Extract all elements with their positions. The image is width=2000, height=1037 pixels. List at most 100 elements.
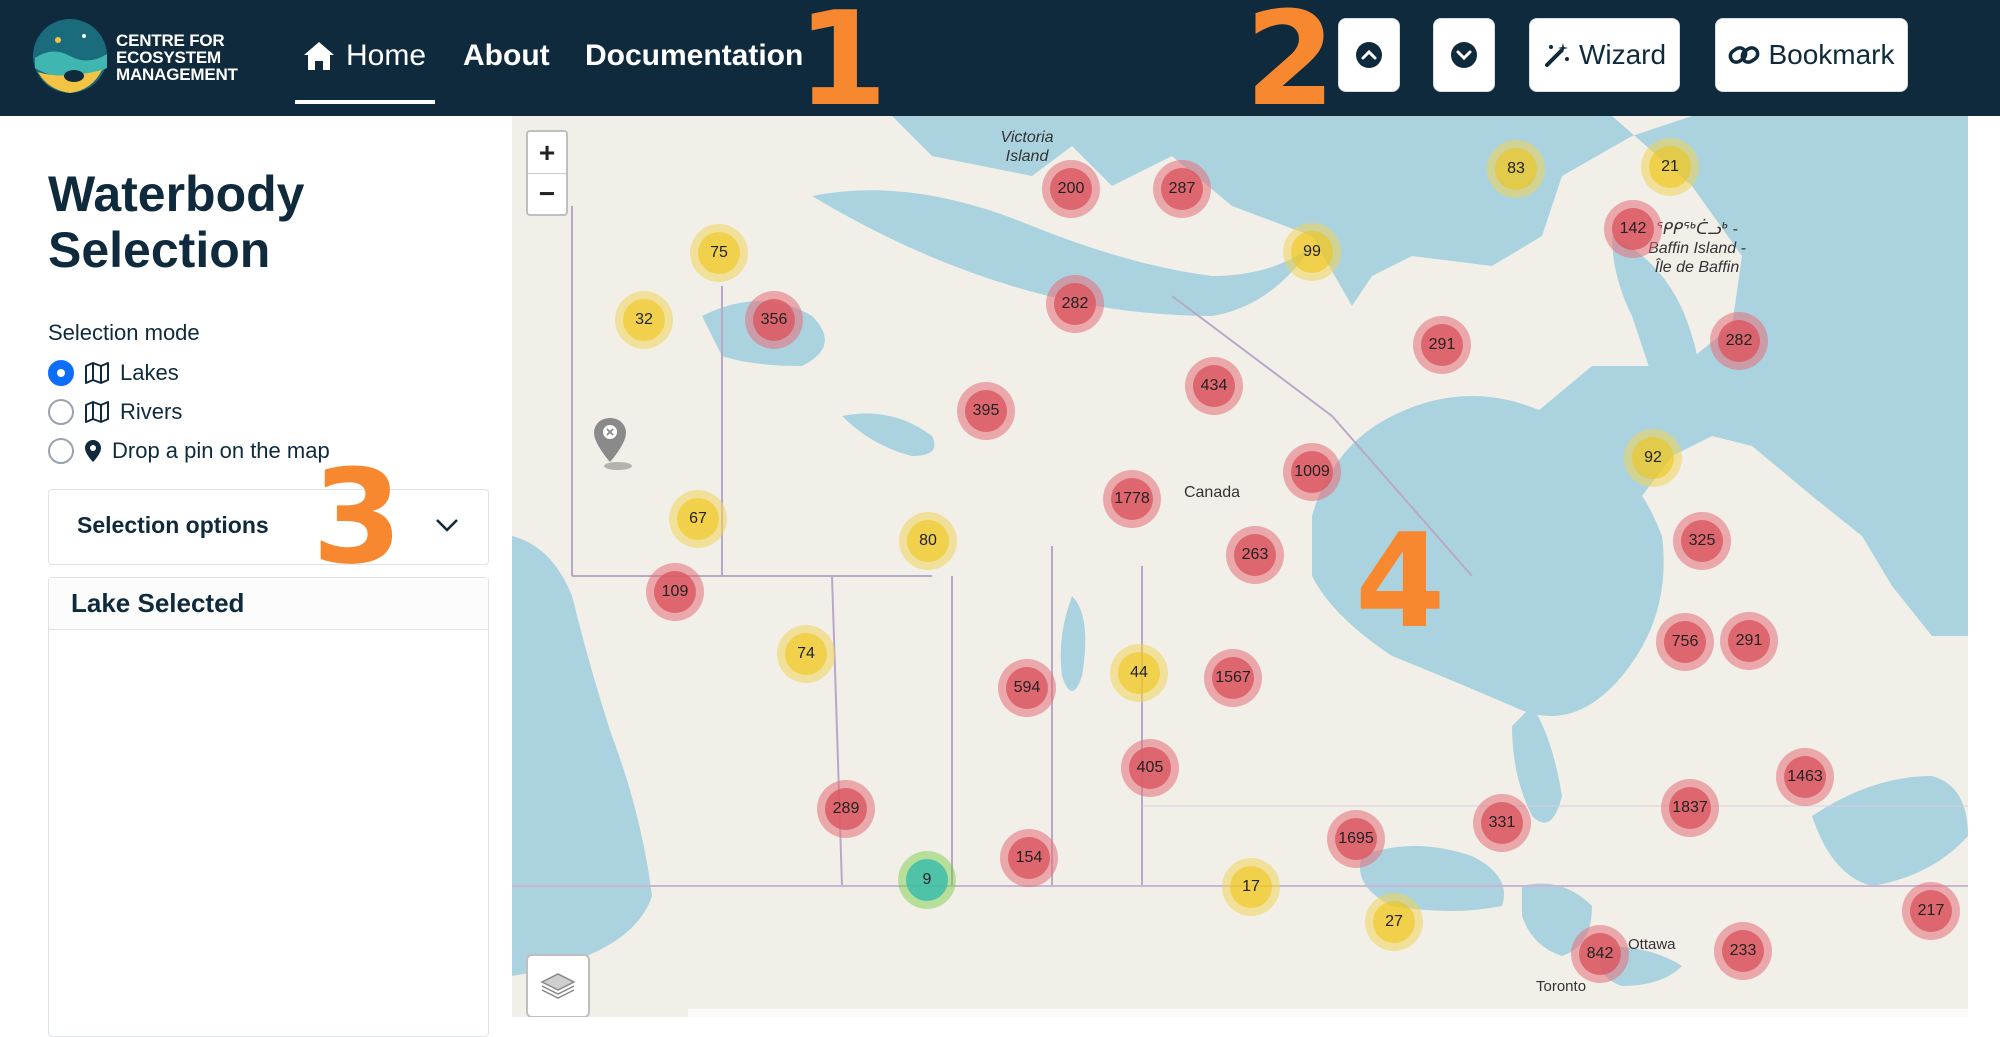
cluster-marker[interactable]: 291 — [1413, 316, 1471, 374]
cluster-marker[interactable]: 217 — [1902, 882, 1960, 940]
cluster-count: 1837 — [1669, 787, 1711, 829]
cluster-marker[interactable]: 1009 — [1283, 443, 1341, 501]
selection-mode-label: Selection mode — [48, 320, 200, 345]
cluster-count: 1567 — [1212, 657, 1254, 699]
cluster-marker[interactable]: 395 — [957, 382, 1015, 440]
mode-option-lakes[interactable]: Lakes — [48, 358, 179, 388]
link-icon — [1729, 46, 1760, 64]
layers-control-button[interactable] — [526, 954, 590, 1017]
mode-option-drop-pin[interactable]: Drop a pin on the map — [48, 436, 330, 466]
cluster-marker[interactable]: 80 — [899, 512, 957, 570]
cluster-marker[interactable]: 142 — [1604, 200, 1662, 258]
chevron-down-icon — [436, 519, 458, 532]
cluster-marker[interactable]: 32 — [615, 291, 673, 349]
cluster-marker[interactable]: 92 — [1624, 429, 1682, 487]
cluster-count: 289 — [825, 788, 867, 830]
cluster-marker[interactable]: 44 — [1110, 644, 1168, 702]
expand-down-button[interactable] — [1433, 18, 1495, 92]
nav-about[interactable]: About — [463, 36, 550, 76]
cluster-count: 263 — [1234, 534, 1276, 576]
cluster-marker[interactable]: 282 — [1710, 312, 1768, 370]
cluster-marker[interactable]: 200 — [1042, 160, 1100, 218]
cluster-count: 109 — [654, 571, 696, 613]
cluster-marker[interactable]: 1463 — [1776, 748, 1834, 806]
cluster-count: 21 — [1649, 146, 1691, 188]
map-icon — [85, 362, 109, 384]
map-view[interactable]: + − Victoria Island ᕿᑭᖅᑖᓗᒃ - Baffin Isla… — [512, 116, 1968, 1017]
nav-home[interactable]: Home — [302, 36, 426, 76]
radio-lakes[interactable] — [48, 360, 74, 386]
dropped-pin-marker[interactable] — [592, 416, 636, 477]
cluster-marker[interactable]: 74 — [777, 625, 835, 683]
radio-drop-pin[interactable] — [48, 438, 74, 464]
cluster-marker[interactable]: 109 — [646, 563, 704, 621]
selection-options-accordion[interactable]: Selection options — [48, 489, 489, 565]
cluster-count: 200 — [1050, 168, 1092, 210]
cluster-marker[interactable]: 1695 — [1327, 810, 1385, 868]
cluster-marker[interactable]: 291 — [1720, 612, 1778, 670]
cluster-count: 356 — [753, 299, 795, 341]
cluster-count: 291 — [1421, 324, 1463, 366]
lake-selected-card: Lake Selected — [48, 577, 489, 1037]
cluster-count: 154 — [1008, 837, 1050, 879]
brand-name: CENTRE FOR ECOSYSTEM MANAGEMENT — [116, 31, 238, 84]
nav-documentation[interactable]: Documentation — [585, 36, 803, 76]
cluster-marker[interactable]: 1837 — [1661, 779, 1719, 837]
cluster-marker[interactable]: 405 — [1121, 739, 1179, 797]
cluster-count: 434 — [1193, 365, 1235, 407]
cluster-marker[interactable]: 83 — [1487, 140, 1545, 198]
wizard-button[interactable]: Wizard — [1529, 18, 1680, 92]
cluster-marker[interactable]: 325 — [1673, 512, 1731, 570]
cluster-marker[interactable]: 233 — [1714, 922, 1772, 980]
cluster-marker[interactable]: 9 — [898, 851, 956, 909]
zoom-control: + − — [526, 130, 568, 216]
cluster-marker[interactable]: 67 — [669, 490, 727, 548]
cluster-marker[interactable]: 594 — [998, 659, 1056, 717]
cluster-marker[interactable]: 842 — [1571, 925, 1629, 983]
cluster-marker[interactable]: 434 — [1185, 357, 1243, 415]
map-pin-icon — [85, 440, 101, 462]
map-attribution-bar — [688, 1009, 1968, 1017]
collapse-up-button[interactable] — [1338, 18, 1400, 92]
map-label-canada: Canada — [1183, 484, 1241, 501]
cluster-marker[interactable]: 1567 — [1204, 649, 1262, 707]
cluster-marker[interactable]: 289 — [817, 780, 875, 838]
cluster-marker[interactable]: 27 — [1365, 893, 1423, 951]
cluster-marker[interactable]: 282 — [1046, 275, 1104, 333]
cluster-marker[interactable]: 756 — [1656, 613, 1714, 671]
cluster-count: 756 — [1664, 621, 1706, 663]
cluster-marker[interactable]: 331 — [1473, 794, 1531, 852]
cluster-marker[interactable]: 21 — [1641, 138, 1699, 196]
annotation-1: 1 — [797, 0, 888, 135]
cluster-marker[interactable]: 154 — [1000, 829, 1058, 887]
brand-logo[interactable]: CENTRE FOR ECOSYSTEM MANAGEMENT — [32, 18, 262, 96]
cluster-count: 282 — [1718, 320, 1760, 362]
cluster-marker[interactable]: 1778 — [1103, 470, 1161, 528]
bookmark-button[interactable]: Bookmark — [1715, 18, 1908, 92]
cluster-marker[interactable]: 75 — [690, 224, 748, 282]
cluster-marker[interactable]: 99 — [1283, 223, 1341, 281]
cluster-marker[interactable]: 356 — [745, 291, 803, 349]
top-navbar: CENTRE FOR ECOSYSTEM MANAGEMENT Home Abo… — [0, 0, 2000, 124]
map-scrollbar-gutter — [1968, 116, 2000, 1017]
map-label-ottawa: Ottawa — [1628, 936, 1676, 953]
cluster-count: 83 — [1495, 148, 1537, 190]
cluster-count: 80 — [907, 520, 949, 562]
cluster-marker[interactable]: 263 — [1226, 526, 1284, 584]
logo-emblem-icon — [33, 19, 107, 93]
cluster-count: 395 — [965, 390, 1007, 432]
cluster-count: 67 — [677, 498, 719, 540]
zoom-in-button[interactable]: + — [528, 132, 566, 173]
map-icon — [85, 401, 109, 423]
cluster-count: 74 — [785, 633, 827, 675]
cluster-count: 27 — [1373, 901, 1415, 943]
mode-option-rivers[interactable]: Rivers — [48, 397, 182, 427]
cluster-count: 44 — [1118, 652, 1160, 694]
cluster-marker[interactable]: 287 — [1153, 160, 1211, 218]
map-label-victoria-island: Victoria Island — [1000, 129, 1054, 165]
radio-rivers[interactable] — [48, 399, 74, 425]
layers-icon — [540, 973, 576, 999]
zoom-out-button[interactable]: − — [528, 173, 566, 214]
cluster-marker[interactable]: 17 — [1222, 858, 1280, 916]
map-marker-icon — [594, 418, 632, 470]
